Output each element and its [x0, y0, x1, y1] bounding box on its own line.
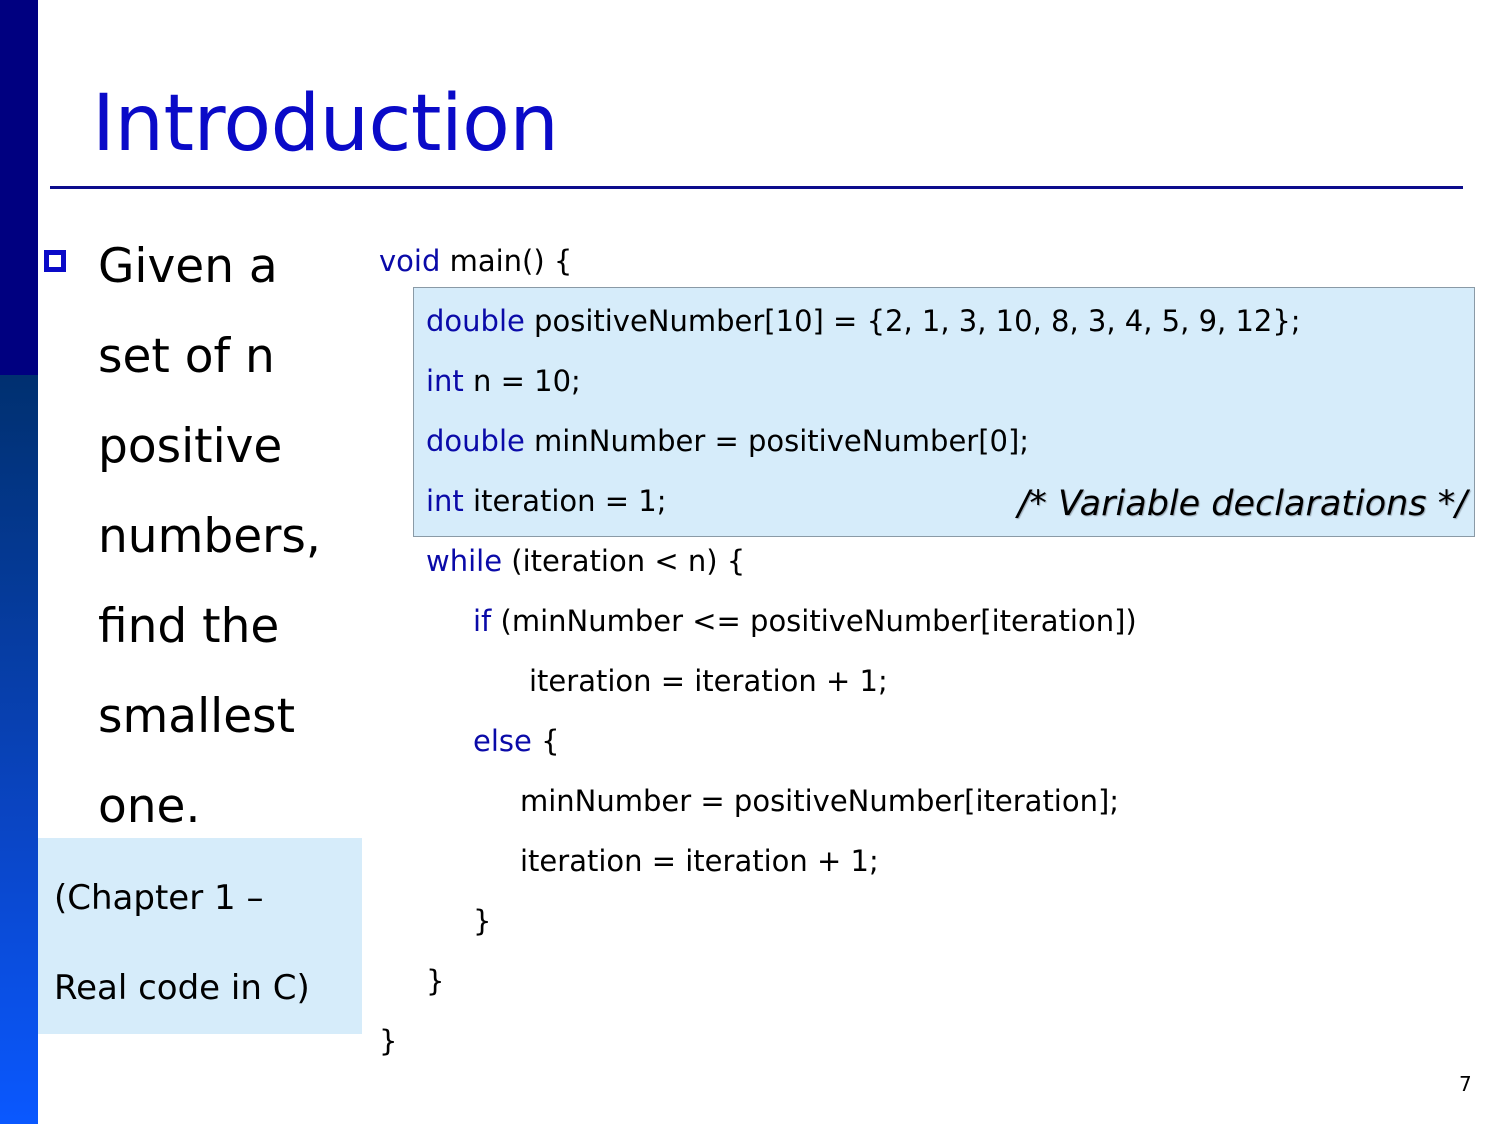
bullet-line: smallest	[98, 689, 296, 744]
sidebar-accent-top	[0, 0, 38, 375]
note-line: Real code in C)	[54, 968, 310, 1008]
code-line: double minNumber = positiveNumber[0];	[426, 424, 1030, 458]
code-line: iteration = iteration + 1;	[529, 664, 888, 698]
slide-title: Introduction	[92, 79, 559, 169]
code-line: }	[379, 1024, 398, 1058]
code-line: minNumber = positiveNumber[iteration];	[520, 784, 1120, 818]
code-line: int iteration = 1;	[426, 484, 667, 518]
bullet-line: set of n	[98, 329, 275, 384]
code-line: else {	[473, 724, 560, 758]
code-line: double positiveNumber[10] = {2, 1, 3, 10…	[426, 304, 1301, 338]
bullet-line: Given a	[98, 239, 278, 294]
code-line: int n = 10;	[426, 364, 581, 398]
bullet-line: numbers,	[98, 509, 321, 564]
bullet-line: positive	[98, 419, 283, 474]
note-line: (Chapter 1 –	[54, 878, 264, 918]
title-underline	[50, 186, 1463, 189]
code-line: if (minNumber <= positiveNumber[iteratio…	[473, 604, 1137, 638]
sidebar-accent-gradient	[0, 375, 38, 1124]
bullet-text: Given a set of n positive numbers, find …	[98, 222, 358, 852]
chapter-note: (Chapter 1 – Real code in C)	[38, 838, 362, 1034]
code-line: }	[426, 964, 445, 998]
code-line: while (iteration < n) {	[426, 544, 746, 578]
page-number: 7	[1459, 1072, 1472, 1096]
code-line: void main() {	[379, 244, 573, 278]
bullet-line: find the	[98, 599, 280, 654]
hollow-square-bullet-icon	[44, 250, 66, 272]
code-line: }	[473, 904, 492, 938]
code-line: iteration = iteration + 1;	[520, 844, 879, 878]
code-comment: /* Variable declarations */	[1017, 484, 1467, 524]
